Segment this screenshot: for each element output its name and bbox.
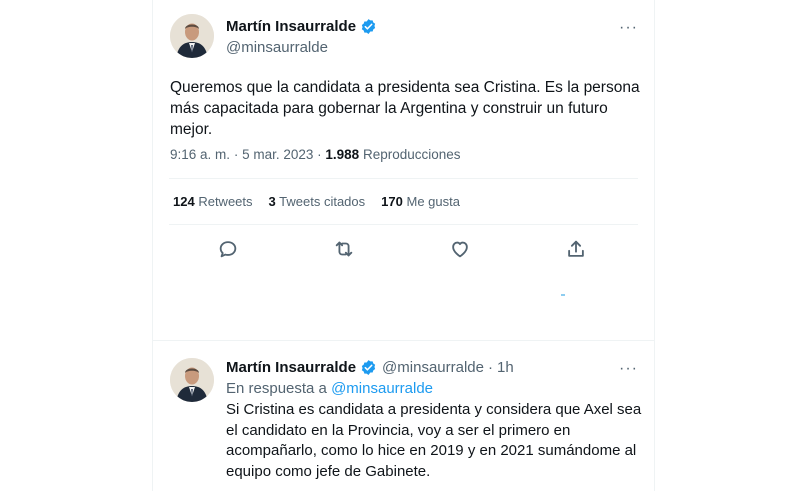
- reply-time[interactable]: 1h: [497, 359, 514, 376]
- author-name[interactable]: Martín Insaurralde: [226, 18, 356, 35]
- views-count: 1.988: [325, 147, 360, 162]
- tweet-stats: 124 Retweets 3 Tweets citados 170 Me gus…: [173, 194, 460, 209]
- quotes-count: 3: [268, 194, 276, 209]
- tweet-date[interactable]: 5 mar. 2023: [242, 147, 313, 162]
- tweet-actions: [217, 238, 587, 260]
- replying-prefix: En respuesta a: [226, 380, 327, 397]
- divider: [169, 178, 638, 179]
- tweet-time[interactable]: 9:16 a. m.: [170, 147, 230, 162]
- verified-badge-icon: [360, 359, 377, 376]
- meta-separator: ·: [317, 147, 322, 162]
- more-options-icon[interactable]: ···: [619, 20, 638, 36]
- thread-separator: [153, 340, 654, 341]
- meta-separator: ·: [233, 147, 239, 162]
- likes-label: Me gusta: [406, 194, 460, 209]
- likes-stat[interactable]: 170 Me gusta: [381, 194, 460, 209]
- reply-author-handle[interactable]: @minsaurralde: [382, 359, 484, 376]
- likes-count: 170: [381, 194, 403, 209]
- verified-badge-icon: [360, 18, 377, 35]
- retweets-count: 124: [173, 194, 195, 209]
- replying-to-link[interactable]: @minsaurralde: [331, 380, 433, 397]
- quotes-label: Tweets citados: [279, 194, 366, 209]
- author-handle[interactable]: @minsaurralde: [226, 39, 328, 56]
- stray-mark: [561, 294, 565, 296]
- retweet-icon[interactable]: [333, 238, 355, 260]
- author-name-row: Martín Insaurralde: [226, 18, 377, 35]
- quotes-stat[interactable]: 3 Tweets citados: [269, 194, 366, 209]
- reply-text: Si Cristina es candidata a presidenta y …: [226, 401, 642, 480]
- reply-author-row: Martín Insaurralde @minsaurralde · 1h: [226, 359, 514, 376]
- reply-author-avatar[interactable]: [170, 358, 214, 402]
- reply-icon[interactable]: [217, 238, 239, 260]
- retweets-label: Retweets: [198, 194, 253, 209]
- replying-to-line: En respuesta a @minsaurralde: [226, 380, 433, 397]
- views-label: Reproducciones: [362, 147, 461, 162]
- share-icon[interactable]: [565, 238, 587, 260]
- retweets-stat[interactable]: 124 Retweets: [173, 194, 253, 209]
- tweet-card: Martín Insaurralde @minsaurralde ··· Que…: [152, 0, 655, 491]
- tweet-meta: 9:16 a. m. · 5 mar. 2023 · 1.988 Reprodu…: [170, 147, 461, 162]
- reply-more-options-icon[interactable]: ···: [619, 361, 638, 377]
- like-icon[interactable]: [449, 238, 471, 260]
- author-avatar[interactable]: [170, 14, 214, 58]
- reply-separator: ·: [487, 359, 493, 376]
- tweet-text: Queremos que la candidata a presidenta s…: [170, 79, 640, 138]
- reply-author-name[interactable]: Martín Insaurralde: [226, 359, 356, 376]
- divider: [169, 224, 638, 225]
